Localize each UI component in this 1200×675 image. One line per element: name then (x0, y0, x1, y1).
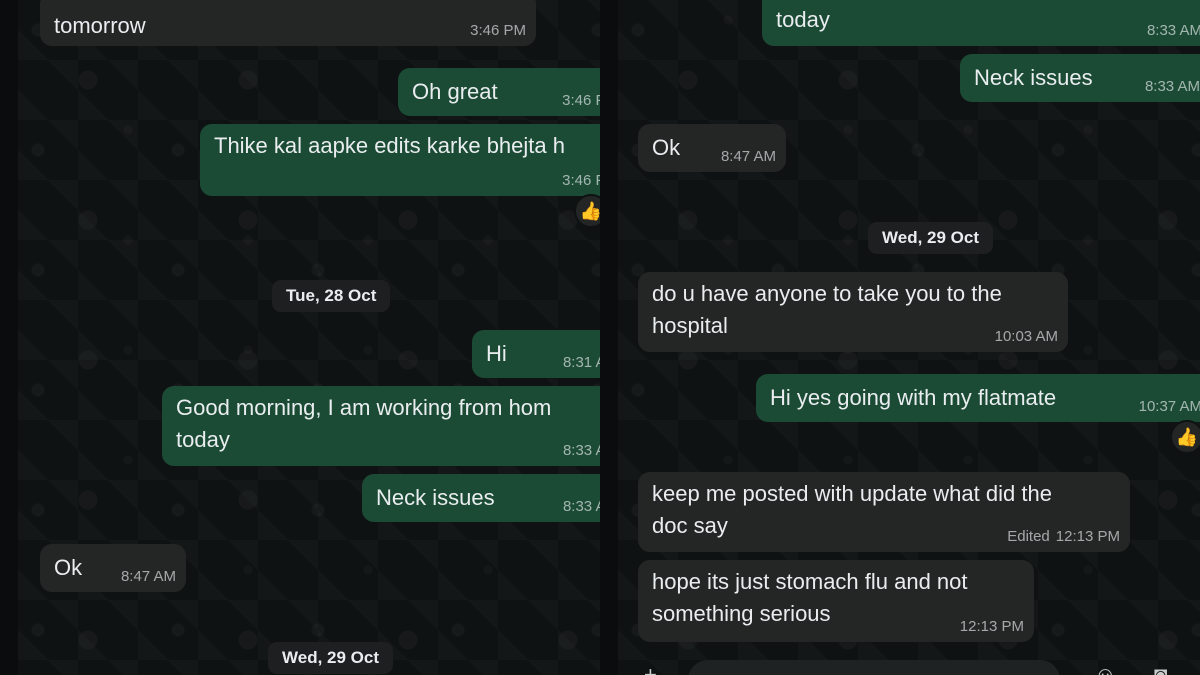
plus-icon[interactable]: + (644, 664, 657, 675)
date-separator: Wed, 29 Oct (268, 642, 393, 674)
left-gutter (0, 0, 18, 675)
center-gutter (600, 0, 618, 675)
message-text: today (776, 7, 830, 32)
message-bubble[interactable]: Ok 8:47 AM (638, 124, 786, 172)
message-time: 10:37 AM (1138, 398, 1200, 415)
message-time: 8:47 AM (120, 568, 176, 585)
message-bubble[interactable]: today 8:33 AM (762, 0, 1200, 46)
date-separator: Wed, 29 Oct (868, 222, 993, 254)
camera-icon[interactable]: ◙ (1154, 664, 1167, 675)
message-text: Good morning, I am working from hom toda… (176, 395, 552, 452)
message-bubble[interactable]: tomorrow 3:46 PM (40, 0, 536, 46)
chat-panel-left[interactable]: tomorrow 3:46 PM Oh great 3:46 PM Thike … (18, 0, 600, 675)
message-time: 8:33 AM (1144, 78, 1200, 95)
message-text: tomorrow (54, 13, 146, 38)
thumbs-up-icon[interactable]: 👍 (574, 194, 600, 228)
message-bubble[interactable]: keep me posted with update what did the … (638, 472, 1130, 552)
message-bubble[interactable]: Neck issues 8:33 AM (362, 474, 600, 522)
message-bubble[interactable]: Neck issues 8:33 AM (960, 54, 1200, 102)
message-text: Hi yes going with my flatmate (770, 385, 1057, 410)
message-bubble[interactable]: Good morning, I am working from hom toda… (162, 386, 600, 466)
message-bubble[interactable]: hope its just stomach flu and not someth… (638, 560, 1034, 642)
date-separator: Tue, 28 Oct (272, 280, 391, 312)
thumbs-up-icon[interactable]: 👍 (1170, 420, 1200, 454)
message-time: 10:03 AM (994, 328, 1058, 345)
message-time: 8:33 AM (1146, 22, 1200, 39)
message-bubble[interactable]: Thike kal aapke edits karke bhejta h 3:4… (200, 124, 600, 196)
message-time: 8:31 AM (562, 354, 600, 371)
message-bubble[interactable]: do u have anyone to take you to the hosp… (638, 272, 1068, 352)
message-time: 8:47 AM (720, 148, 776, 165)
chat-panel-right[interactable]: today 8:33 AM Neck issues 8:33 AM Ok 8:4… (618, 0, 1200, 675)
message-text: Thike kal aapke edits karke bhejta h (214, 133, 565, 158)
message-time: 3:46 PM (562, 172, 600, 189)
message-bubble[interactable]: Ok 8:47 AM (40, 544, 186, 592)
emoji-icon[interactable]: ☺ (1094, 664, 1116, 675)
edited-label: Edited (1007, 528, 1050, 545)
message-time: 8:33 AM (562, 442, 600, 459)
message-time: 3:46 PM (562, 92, 600, 109)
message-time: 3:46 PM (470, 22, 526, 39)
message-bubble[interactable]: Hi 8:31 AM (472, 330, 600, 378)
message-time: 8:33 AM (562, 498, 600, 515)
message-input[interactable] (688, 660, 1060, 675)
message-bubble[interactable]: Hi yes going with my flatmate 10:37 AM (756, 374, 1200, 422)
message-time: 12:13 PM (959, 618, 1024, 635)
message-bubble[interactable]: Oh great 3:46 PM (398, 68, 600, 116)
message-meta: Edited 12:13 PM (1007, 528, 1120, 546)
message-time: 12:13 PM (1055, 528, 1120, 545)
